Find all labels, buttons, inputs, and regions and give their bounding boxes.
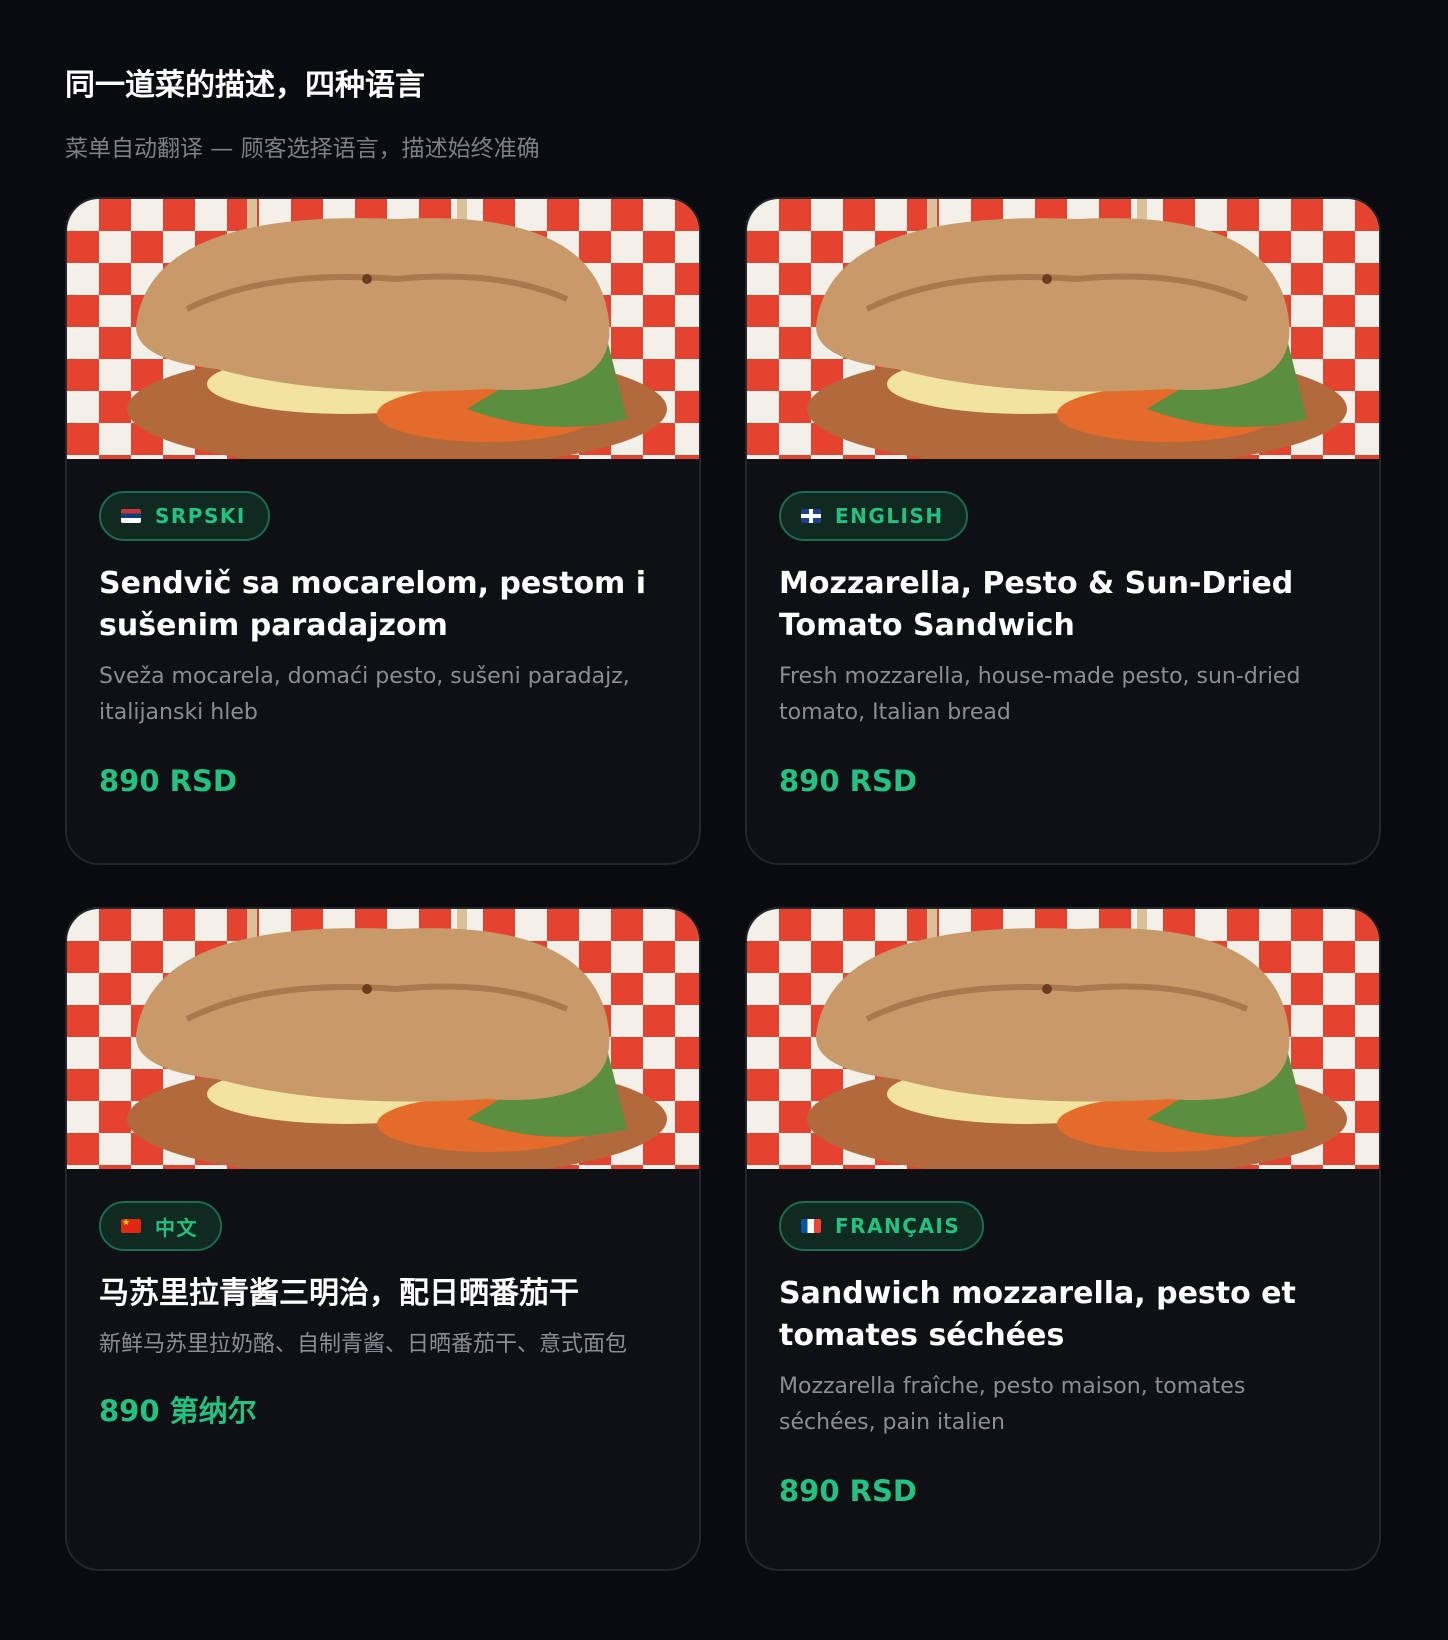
- language-label: SRPSKI: [155, 504, 246, 528]
- language-badge[interactable]: SRPSKI: [99, 491, 270, 541]
- page-title: 同一道菜的描述，四种语言: [65, 68, 425, 103]
- sandwich-photo: [747, 199, 1379, 459]
- language-label: 中文: [155, 1215, 198, 1240]
- dish-description: Mozzarella fraîche, pesto maison, tomate…: [779, 1374, 1246, 1435]
- uk-flag-icon: [801, 509, 821, 523]
- dish-price: 890 RSD: [99, 764, 237, 798]
- language-badge[interactable]: ENGLISH: [779, 491, 968, 541]
- menu-card-english: ENGLISH Mozzarella, Pesto & Sun-Dried To…: [745, 197, 1381, 865]
- dish-price: 890 RSD: [779, 1474, 917, 1508]
- language-label: FRANÇAIS: [835, 1214, 961, 1238]
- language-label: ENGLISH: [835, 504, 944, 528]
- page-subtitle: 菜单自动翻译 — 顾客选择语言，描述始终准确: [65, 136, 540, 162]
- menu-card-serbian: SRPSKI Sendvič sa mocarelom, pestom i su…: [65, 197, 701, 865]
- dish-price: 890 RSD: [779, 764, 917, 798]
- menu-card-chinese: 中文 马苏里拉青酱三明治，配日晒番茄干 新鲜马苏里拉奶酪、自制青酱、日晒番茄干、…: [65, 907, 701, 1571]
- sandwich-photo: [67, 199, 699, 459]
- page-header: 同一道菜的描述，四种语言 菜单自动翻译 — 顾客选择语言，描述始终准确: [65, 62, 1383, 166]
- dish-name: Mozzarella, Pesto & Sun-Dried Tomato San…: [779, 566, 1294, 643]
- dish-price: 890 第纳尔: [99, 1394, 257, 1428]
- dish-name: 马苏里拉青酱三明治，配日晒番茄干: [99, 1276, 579, 1311]
- language-badge[interactable]: 中文: [99, 1201, 222, 1251]
- language-badge[interactable]: FRANÇAIS: [779, 1201, 985, 1251]
- dish-name: Sandwich mozzarella, pesto et tomates sé…: [779, 1276, 1296, 1353]
- serbia-flag-icon: [121, 509, 141, 523]
- france-flag-icon: [801, 1219, 821, 1233]
- dish-description: 新鲜马苏里拉奶酪、自制青酱、日晒番茄干、意式面包: [99, 1332, 628, 1357]
- sandwich-photo: [747, 909, 1379, 1169]
- menu-card-french: FRANÇAIS Sandwich mozzarella, pesto et t…: [745, 907, 1381, 1571]
- sandwich-photo: [67, 909, 699, 1169]
- china-flag-icon: [121, 1219, 141, 1233]
- dish-description: Fresh mozzarella, house-made pesto, sun-…: [779, 664, 1301, 725]
- dish-name: Sendvič sa mocarelom, pestom i sušenim p…: [99, 566, 647, 643]
- dish-description: Sveža mocarela, domaći pesto, sušeni par…: [99, 664, 630, 725]
